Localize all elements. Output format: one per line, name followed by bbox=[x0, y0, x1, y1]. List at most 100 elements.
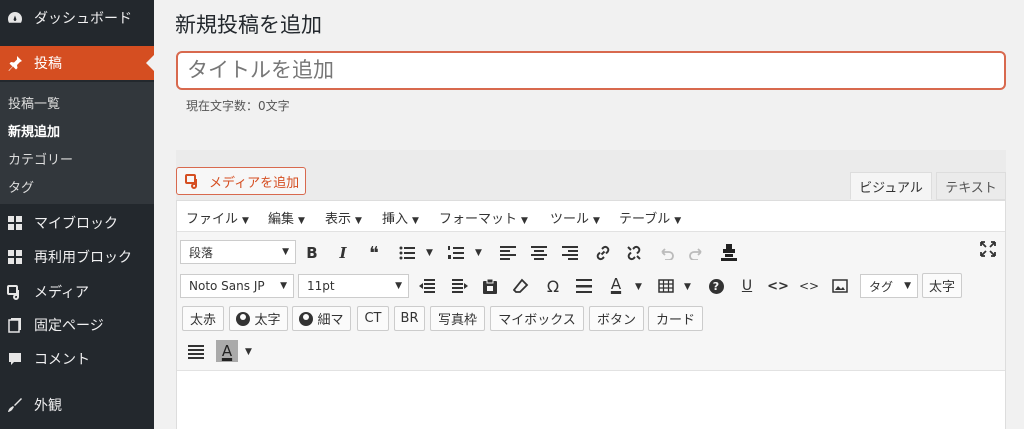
format-select[interactable]: 段落 ▼ bbox=[180, 240, 296, 264]
undo-icon[interactable] bbox=[655, 242, 677, 264]
tab-visual[interactable]: ビジュアル bbox=[850, 172, 932, 200]
menu-insert[interactable]: 挿入 ▼ bbox=[382, 208, 419, 227]
card-button[interactable]: カード bbox=[648, 306, 703, 331]
horizontal-rule-icon[interactable] bbox=[573, 275, 595, 297]
menu-view[interactable]: 表示 ▼ bbox=[325, 208, 362, 227]
bullet-list-icon[interactable] bbox=[396, 242, 418, 264]
unlink-icon[interactable] bbox=[623, 242, 645, 264]
admin-sidebar: ダッシュボード 投稿 投稿一覧 新規追加 カテゴリー タグ マイブロック 再利用… bbox=[0, 0, 154, 429]
underline-icon[interactable]: U bbox=[736, 275, 758, 297]
menu-format[interactable]: フォーマット ▼ bbox=[439, 208, 528, 227]
text-color-icon[interactable]: A bbox=[605, 273, 627, 295]
menu-pages[interactable]: 固定ページ bbox=[0, 308, 154, 342]
menu-media-label: メディア bbox=[34, 285, 90, 301]
link-icon[interactable] bbox=[592, 242, 614, 264]
chevron-down-icon[interactable]: ▼ bbox=[426, 248, 433, 258]
fullscreen-icon[interactable] bbox=[977, 238, 999, 260]
menu-comments[interactable]: コメント bbox=[0, 342, 154, 376]
image-icon[interactable] bbox=[829, 275, 851, 297]
menu-media[interactable]: メディア bbox=[0, 275, 154, 309]
chevron-down-icon[interactable]: ▼ bbox=[245, 347, 252, 357]
pages-icon bbox=[5, 315, 25, 335]
align-left-icon[interactable] bbox=[497, 242, 519, 264]
tag-select[interactable]: タグ ▼ bbox=[860, 274, 918, 298]
user-thin-label: 細マ bbox=[317, 313, 344, 328]
menu-table[interactable]: テーブル ▼ bbox=[619, 208, 681, 227]
menu-edit[interactable]: 編集 ▼ bbox=[268, 208, 305, 227]
menu-reusable-blocks-label: 再利用ブロック bbox=[34, 250, 132, 266]
paste-icon[interactable] bbox=[479, 275, 501, 297]
add-media-button[interactable]: メディアを追加 bbox=[176, 167, 306, 195]
italic-icon[interactable]: I bbox=[332, 242, 354, 264]
editor-content-area[interactable] bbox=[177, 372, 1005, 429]
editor-toolbar: 段落 ▼ B I ❝ ▼ ▼ Noto Sans JP ▼ 11pt ▼ Ω A… bbox=[177, 232, 1005, 371]
button-button[interactable]: ボタン bbox=[589, 306, 644, 331]
font-family-select[interactable]: Noto Sans JP ▼ bbox=[180, 274, 294, 298]
chevron-down-icon: ▼ bbox=[355, 216, 362, 226]
user-bold-label: 太字 bbox=[254, 313, 281, 328]
chevron-down-icon: ▼ bbox=[674, 216, 682, 226]
chevron-down-icon: ▼ bbox=[904, 281, 911, 291]
indent-increase-icon[interactable] bbox=[449, 275, 471, 297]
bold-text-button[interactable]: 太字 bbox=[922, 273, 962, 298]
user-circle-icon bbox=[299, 311, 314, 326]
indent-decrease-icon[interactable] bbox=[416, 275, 438, 297]
font-size-select[interactable]: 11pt ▼ bbox=[298, 274, 409, 298]
user-thin-button[interactable]: 細マ bbox=[292, 306, 351, 331]
numbered-list-icon[interactable] bbox=[445, 242, 467, 264]
table-icon[interactable] bbox=[655, 275, 677, 297]
help-glyph: ? bbox=[708, 278, 724, 294]
add-media-label: メディアを追加 bbox=[209, 175, 300, 191]
submenu-categories[interactable]: カテゴリー bbox=[8, 149, 73, 168]
bg-color-icon[interactable]: A bbox=[216, 340, 238, 362]
eraser-icon[interactable] bbox=[510, 275, 532, 297]
align-right-icon[interactable] bbox=[559, 242, 581, 264]
chevron-down-icon: ▼ bbox=[395, 281, 402, 291]
special-char-icon[interactable]: Ω bbox=[542, 275, 564, 297]
line-height-icon[interactable] bbox=[185, 341, 207, 363]
redo-icon[interactable] bbox=[686, 242, 708, 264]
photo-frame-button[interactable]: 写真枠 bbox=[430, 306, 485, 331]
user-bold-button[interactable]: 太字 bbox=[229, 306, 288, 331]
menu-my-blocks[interactable]: マイブロック bbox=[0, 206, 154, 240]
grid-icon bbox=[5, 247, 25, 267]
comment-icon bbox=[5, 349, 25, 369]
blockquote-icon[interactable]: ❝ bbox=[363, 242, 385, 264]
chevron-down-icon: ▼ bbox=[521, 216, 528, 226]
code-icon[interactable]: <> bbox=[767, 275, 789, 297]
align-center-icon[interactable] bbox=[528, 242, 550, 264]
menu-posts-label: 投稿 bbox=[34, 56, 62, 72]
chevron-down-icon: ▼ bbox=[593, 216, 600, 226]
stamp-icon[interactable] bbox=[718, 241, 740, 263]
post-title-input[interactable]: タイトルを追加 bbox=[176, 51, 1006, 90]
bold-red-button[interactable]: 太赤 bbox=[182, 306, 224, 331]
menu-tools[interactable]: ツール ▼ bbox=[550, 208, 600, 227]
menu-reusable-blocks[interactable]: 再利用ブロック bbox=[0, 240, 154, 274]
menu-appearance[interactable]: 外観 bbox=[0, 388, 154, 422]
menu-dashboard-label: ダッシュボード bbox=[34, 11, 132, 27]
help-icon[interactable]: ? bbox=[705, 275, 727, 297]
chevron-down-icon[interactable]: ▼ bbox=[635, 282, 642, 292]
br-button[interactable]: BR bbox=[394, 306, 425, 331]
grid-icon bbox=[5, 213, 25, 233]
code-alt-icon[interactable]: <> bbox=[798, 275, 820, 297]
bold-icon[interactable]: B bbox=[301, 242, 323, 264]
submenu-add-new[interactable]: 新規追加 bbox=[8, 121, 60, 140]
mybox-button[interactable]: マイボックス bbox=[490, 306, 584, 331]
chevron-down-icon: ▼ bbox=[412, 216, 419, 226]
char-count: 現在文字数：0文字 bbox=[186, 99, 290, 113]
submenu-tags[interactable]: タグ bbox=[8, 177, 34, 196]
tab-text[interactable]: テキスト bbox=[936, 172, 1006, 200]
media-icon bbox=[5, 282, 25, 302]
menu-posts[interactable]: 投稿 bbox=[0, 46, 154, 80]
menu-appearance-label: 外観 bbox=[34, 398, 62, 414]
submenu-all-posts[interactable]: 投稿一覧 bbox=[8, 93, 60, 112]
editor-menubar: ファイル ▼ 編集 ▼ 表示 ▼ 挿入 ▼ フォーマット ▼ ツール ▼ テーブル ▼ bbox=[177, 201, 1005, 232]
chevron-down-icon[interactable]: ▼ bbox=[475, 248, 482, 258]
menu-file[interactable]: ファイル ▼ bbox=[186, 208, 249, 227]
ct-button[interactable]: CT bbox=[357, 306, 389, 331]
page-title: 新規投稿を追加 bbox=[175, 13, 322, 37]
chevron-down-icon[interactable]: ▼ bbox=[684, 282, 691, 292]
brush-icon bbox=[5, 395, 25, 415]
menu-dashboard[interactable]: ダッシュボード bbox=[0, 1, 154, 35]
